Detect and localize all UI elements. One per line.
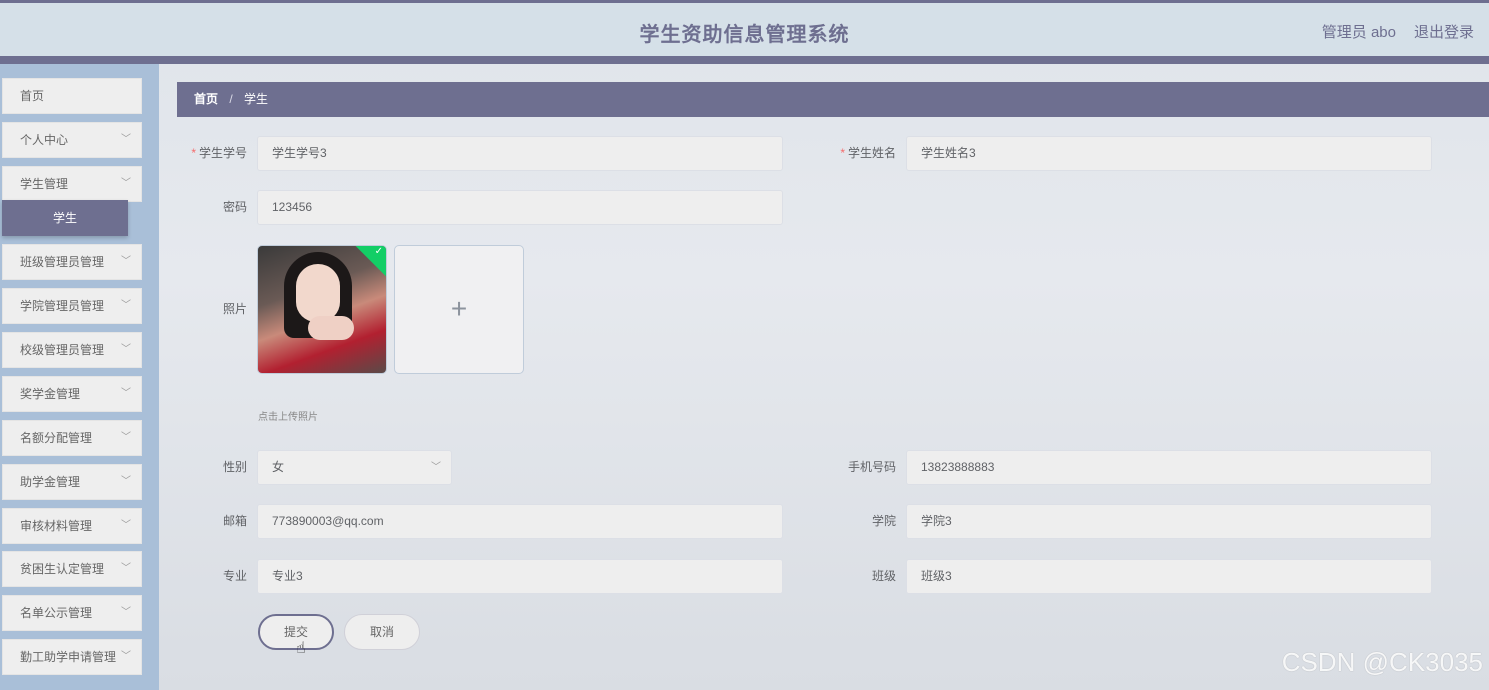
sidebar-item-label: 审核材料管理 (20, 519, 93, 533)
email-label: 邮箱 (222, 514, 247, 528)
chevron-down-icon: ﹀ (431, 462, 441, 473)
sidebar-item[interactable]: 助学金管理 ﹀ (2, 464, 142, 500)
chevron-down-icon: ﹀ (121, 256, 131, 267)
hand-cursor-icon: ☝ (296, 640, 306, 657)
chevron-down-icon: ﹀ (121, 388, 131, 399)
upload-add-button[interactable]: + (394, 245, 524, 374)
major-input[interactable]: 专业3 (257, 559, 783, 594)
sidebar-item[interactable]: 班级管理员管理 ﹀ (2, 244, 142, 280)
app-title: 学生资助信息管理系统 (639, 24, 850, 46)
sidebar-item[interactable]: 首页 (2, 78, 142, 114)
sidebar-item[interactable]: 学院管理员管理 ﹀ (2, 288, 142, 324)
student-no-input[interactable]: 学生学号3 (257, 136, 783, 171)
gender-select[interactable]: 女 ﹀ (257, 450, 452, 485)
sidebar-item[interactable]: 奖学金管理 ﹀ (2, 376, 142, 412)
current-user: 管理员 abo (1321, 24, 1396, 41)
chevron-down-icon: ﹀ (121, 344, 131, 355)
photo-face (296, 264, 340, 322)
sidebar-item-label: 勤工助学申请管理 (20, 650, 117, 664)
sidebar-item[interactable]: 名额分配管理 ﹀ (2, 420, 142, 456)
photo-label: 照片 (222, 302, 247, 316)
gender-selected-value: 女 (272, 460, 285, 474)
sidebar-item-label: 校级管理员管理 (20, 343, 105, 357)
chevron-down-icon: ﹀ (121, 520, 131, 531)
plus-icon: + (450, 293, 468, 324)
sidebar-item[interactable]: 学生管理 ﹀ (2, 166, 142, 202)
logout-link[interactable]: 退出登录 (1414, 21, 1474, 42)
sidebar-item[interactable]: 名单公示管理 ﹀ (2, 595, 142, 631)
gender-label: 性别 (222, 460, 247, 474)
student-name-label: * 学生姓名 (840, 146, 896, 160)
password-label: 密码 (222, 200, 247, 214)
chevron-down-icon: ﹀ (121, 134, 131, 145)
breadcrumb-home[interactable]: 首页 (194, 92, 218, 106)
sidebar-item-label: 学生管理 (20, 177, 69, 191)
sidebar-item-label: 奖学金管理 (20, 387, 81, 401)
sidebar-item[interactable]: 审核材料管理 ﹀ (2, 508, 142, 544)
password-input[interactable]: 123456 (257, 190, 783, 225)
sidebar-item[interactable]: 勤工助学申请管理 ﹀ (2, 639, 142, 675)
chevron-down-icon: ﹀ (121, 432, 131, 443)
sidebar-item[interactable]: 个人中心 ﹀ (2, 122, 142, 158)
watermark: CSDN @CK3035 (1281, 647, 1483, 677)
chevron-down-icon: ﹀ (121, 563, 131, 574)
header-divider (0, 56, 1489, 64)
chevron-down-icon: ﹀ (121, 178, 131, 189)
upload-hint: 点击上传照片 (258, 412, 318, 423)
sidebar-item-label: 助学金管理 (20, 475, 81, 489)
class-input[interactable]: 班级3 (906, 559, 1432, 594)
check-icon: ✓ (374, 246, 383, 257)
student-no-label: * 学生学号 (191, 146, 247, 160)
sidebar-item[interactable]: 校级管理员管理 ﹀ (2, 332, 142, 368)
sidebar-item-label: 贫困生认定管理 (20, 562, 105, 576)
phone-input[interactable]: 13823888883 (906, 450, 1432, 485)
chevron-down-icon: ﹀ (121, 476, 131, 487)
uploaded-photo-thumbnail[interactable]: ✓ (257, 245, 387, 374)
app-header: 学生资助信息管理系统 管理员 abo 退出登录 (0, 3, 1489, 56)
chevron-down-icon: ﹀ (121, 607, 131, 618)
breadcrumb-current: 学生 (244, 92, 269, 106)
breadcrumb-separator: / (229, 92, 233, 106)
phone-label: 手机号码 (847, 460, 896, 474)
photo-hand (308, 316, 354, 340)
sidebar-item-label: 班级管理员管理 (20, 255, 105, 269)
sidebar-item-label: 名额分配管理 (20, 431, 93, 445)
sidebar-item-label: 学院管理员管理 (20, 299, 105, 313)
college-label: 学院 (871, 514, 896, 528)
breadcrumb: 首页 / 学生 (177, 82, 1489, 117)
sidebar-item[interactable]: 贫困生认定管理 ﹀ (2, 551, 142, 587)
chevron-down-icon: ﹀ (121, 300, 131, 311)
college-input[interactable]: 学院3 (906, 504, 1432, 539)
class-label: 班级 (871, 569, 896, 583)
chevron-down-icon: ﹀ (121, 651, 131, 662)
email-input[interactable]: 773890003@qq.com (257, 504, 783, 539)
sidebar-item-label: 个人中心 (20, 133, 69, 147)
major-label: 专业 (222, 569, 247, 583)
sidebar-item-label: 名单公示管理 (20, 606, 93, 620)
cancel-button[interactable]: 取消 (344, 614, 420, 650)
student-name-input[interactable]: 学生姓名3 (906, 136, 1432, 171)
sidebar-subitem-student[interactable]: 学生 (2, 200, 128, 236)
sidebar-item-label: 首页 (20, 89, 45, 103)
